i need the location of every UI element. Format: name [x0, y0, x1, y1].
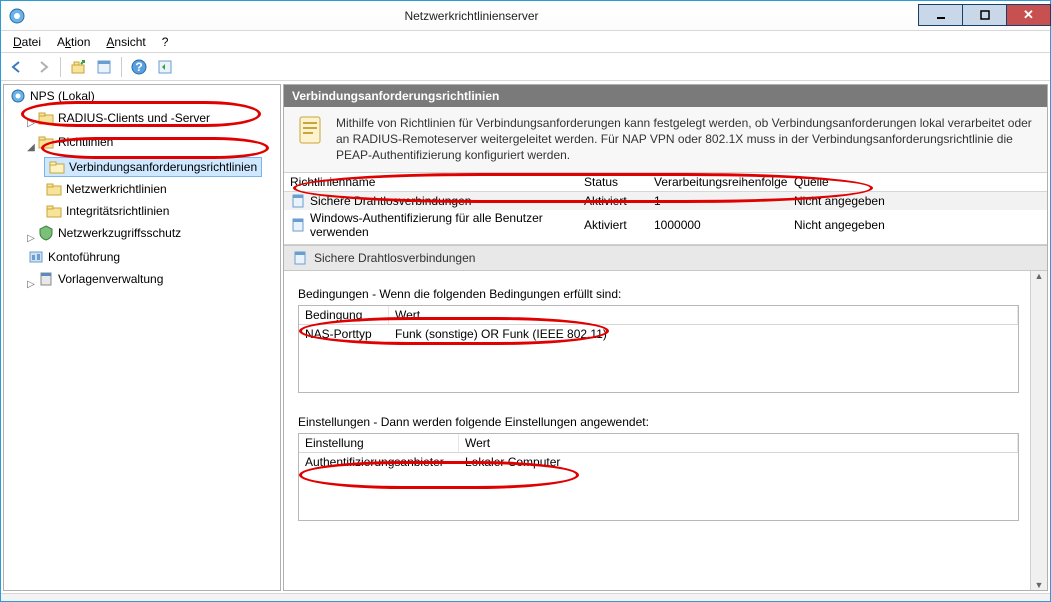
accounting-icon [28, 249, 44, 265]
shield-icon [38, 225, 54, 241]
detail-title: Sichere Drahtlosverbindungen [314, 251, 475, 265]
expand-icon[interactable]: ▷ [26, 230, 36, 248]
info-box: Mithilfe von Richtlinien für Verbindungs… [284, 107, 1047, 173]
collapse-icon[interactable]: ◢ [26, 139, 36, 157]
detail-header: Sichere Drahtlosverbindungen [284, 245, 1047, 271]
conditions-table: Bedingung Wert NAS-Porttyp Funk (sonstig… [298, 305, 1019, 393]
list-item-name: Sichere Drahtlosverbindungen [310, 194, 471, 208]
titlebar: Netzwerkrichtlinienserver ✕ [1, 1, 1050, 31]
close-button[interactable]: ✕ [1006, 4, 1051, 26]
folder-icon [38, 110, 54, 126]
tree-nap[interactable]: Netzwerkzugriffsschutz [36, 224, 183, 242]
back-button[interactable] [5, 55, 29, 79]
list-item[interactable]: Sichere Drahtlosverbindungen Aktiviert 1… [284, 192, 1047, 210]
list-header: Richtlinienname Status Verarbeitungsreih… [284, 173, 1047, 192]
menu-action[interactable]: Aktion [51, 33, 96, 51]
menu-view[interactable]: Ansicht [100, 33, 151, 51]
detail-pane: Verbindungsanforderungsrichtlinien Mithi… [283, 84, 1048, 591]
statusbar [1, 593, 1050, 601]
settings-label: Einstellungen - Dann werden folgende Ein… [298, 415, 1019, 429]
panel-title: Verbindungsanforderungsrichtlinien [284, 85, 1047, 107]
folder-icon [46, 203, 62, 219]
svg-text:?: ? [135, 60, 142, 74]
conditions-label: Bedingungen - Wenn die folgenden Bedingu… [298, 287, 1019, 301]
templates-icon [38, 271, 54, 287]
help-button[interactable]: ? [127, 55, 151, 79]
tree-root-label: NPS (Lokal) [30, 87, 95, 105]
scroll-down-icon[interactable]: ▼ [1035, 580, 1044, 590]
menubar: Datei Aktion Ansicht ? [1, 31, 1050, 53]
policy-item-icon [290, 217, 306, 233]
table-row[interactable]: Authentifizierungsanbieter Lokaler Compu… [299, 453, 1018, 471]
detail-body: Bedingungen - Wenn die folgenden Bedingu… [284, 271, 1047, 590]
window-title: Netzwerkrichtlinienserver [25, 9, 918, 23]
folder-icon [46, 181, 62, 197]
settings-table: Einstellung Wert Authentifizierungsanbie… [298, 433, 1019, 521]
info-text: Mithilfe von Richtlinien für Verbindungs… [336, 115, 1037, 164]
forward-button[interactable] [31, 55, 55, 79]
tree-accounting[interactable]: Kontoführung [26, 248, 122, 266]
list-item-source: Nicht angegeben [794, 194, 1047, 208]
tree-radius-clients[interactable]: RADIUS-Clients und -Server [36, 109, 212, 127]
maximize-button[interactable] [962, 4, 1007, 26]
col-status[interactable]: Status [584, 175, 654, 189]
cond-value: Funk (sonstige) OR Funk (IEEE 802.11) [389, 325, 1018, 343]
col-name[interactable]: Richtlinienname [284, 175, 584, 189]
tree-connection-request-policies[interactable]: Verbindungsanforderungsrichtlinien [44, 157, 262, 177]
folder-icon [38, 134, 54, 150]
tree-network-policies[interactable]: Netzwerkrichtlinien [44, 180, 169, 198]
list-item-order: 1 [654, 194, 794, 208]
tree-label: Richtlinien [58, 133, 113, 151]
list-item-status: Aktiviert [584, 218, 654, 232]
toolbar-separator-2 [121, 57, 122, 77]
navigation-tree[interactable]: NPS (Lokal) ▷RADIUS-Clients und -Server … [3, 84, 281, 591]
policy-item-icon [292, 250, 308, 266]
scrollbar[interactable]: ▲▼ [1030, 271, 1047, 590]
set-col-value[interactable]: Wert [459, 434, 1018, 452]
menu-file[interactable]: Datei [7, 33, 47, 51]
refresh-view-button[interactable] [153, 55, 177, 79]
folder-open-icon [49, 159, 65, 175]
toolbar: ? [1, 53, 1050, 81]
cond-col-name[interactable]: Bedingung [299, 306, 389, 324]
up-button[interactable] [66, 55, 90, 79]
tree-label: Kontoführung [48, 248, 120, 266]
table-row[interactable]: NAS-Porttyp Funk (sonstige) OR Funk (IEE… [299, 325, 1018, 343]
minimize-button[interactable] [918, 4, 963, 26]
tree-label: RADIUS-Clients und -Server [58, 109, 210, 127]
tree-templates[interactable]: Vorlagenverwaltung [36, 270, 165, 288]
tree-policies[interactable]: Richtlinien [36, 133, 115, 151]
tree-label: Verbindungsanforderungsrichtlinien [69, 158, 257, 176]
app-icon [9, 8, 25, 24]
col-order[interactable]: Verarbeitungsreihenfolge [654, 175, 794, 189]
cond-col-value[interactable]: Wert [389, 306, 1018, 324]
set-value: Lokaler Computer [459, 453, 1018, 471]
tree-health-policies[interactable]: Integritätsrichtlinien [44, 202, 171, 220]
tree-label: Netzwerkrichtlinien [66, 180, 167, 198]
cond-name: NAS-Porttyp [299, 325, 389, 343]
scroll-up-icon[interactable]: ▲ [1035, 271, 1044, 281]
tree-label: Netzwerkzugriffsschutz [58, 224, 181, 242]
expand-icon[interactable]: ▷ [26, 276, 36, 294]
tree-label: Vorlagenverwaltung [58, 270, 163, 288]
list-item-name: Windows-Authentifizierung für alle Benut… [310, 211, 584, 239]
toolbar-separator [60, 57, 61, 77]
expand-icon[interactable]: ▷ [26, 115, 36, 133]
set-name: Authentifizierungsanbieter [299, 453, 459, 471]
nps-icon [10, 88, 26, 104]
policy-icon [294, 115, 326, 147]
tree-label: Integritätsrichtlinien [66, 202, 169, 220]
col-source[interactable]: Quelle [794, 175, 1047, 189]
set-col-name[interactable]: Einstellung [299, 434, 459, 452]
policy-list: Richtlinienname Status Verarbeitungsreih… [284, 173, 1047, 245]
list-item[interactable]: Windows-Authentifizierung für alle Benut… [284, 210, 1047, 240]
policy-item-icon [290, 193, 306, 209]
list-item-order: 1000000 [654, 218, 794, 232]
tree-root[interactable]: NPS (Lokal) [8, 87, 97, 105]
list-item-source: Nicht angegeben [794, 218, 1047, 232]
menu-help[interactable]: ? [156, 33, 175, 51]
properties-button[interactable] [92, 55, 116, 79]
list-item-status: Aktiviert [584, 194, 654, 208]
